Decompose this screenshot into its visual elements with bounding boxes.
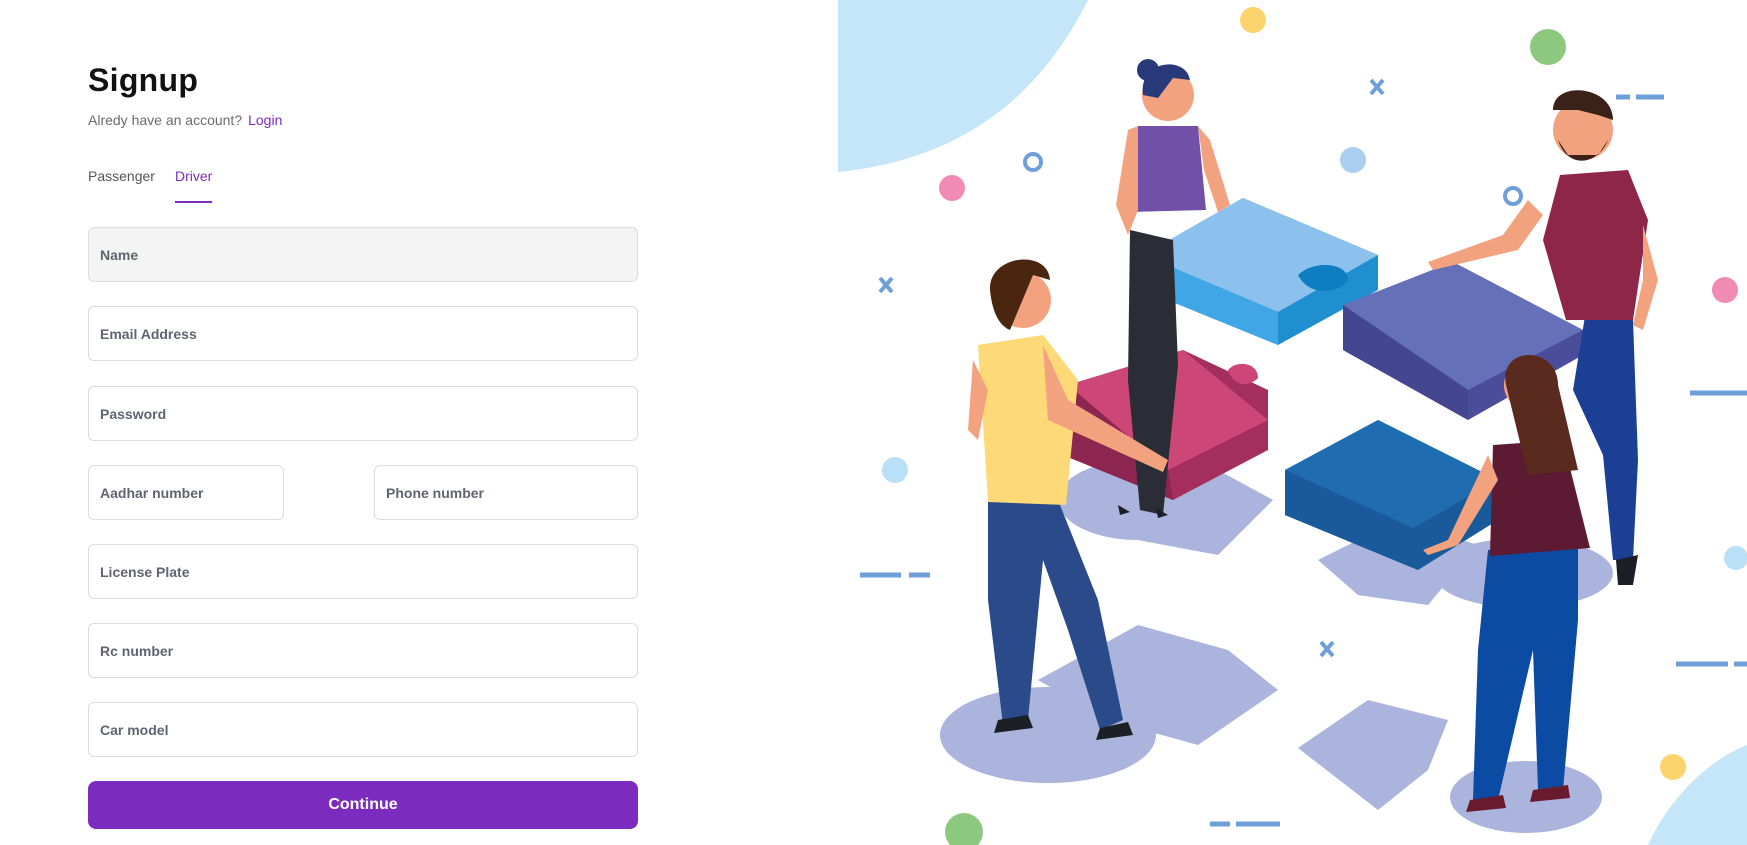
email-field[interactable]: Email Address xyxy=(88,306,638,361)
car-model-placeholder: Car model xyxy=(100,721,169,738)
rc-number-placeholder: Rc number xyxy=(100,642,174,659)
license-plate-field[interactable]: License Plate xyxy=(88,544,638,599)
deco-ring xyxy=(1503,186,1523,206)
car-model-field[interactable]: Car model xyxy=(88,702,638,757)
puzzle-illustration xyxy=(838,0,1747,845)
password-field[interactable]: Password xyxy=(88,386,638,441)
corner-blob-top-left xyxy=(838,0,1088,172)
login-link[interactable]: Login xyxy=(248,112,282,128)
deco-dot xyxy=(1712,277,1738,303)
phone-placeholder: Phone number xyxy=(386,484,485,501)
deco-ring xyxy=(1023,152,1043,172)
aadhar-placeholder: Aadhar number xyxy=(100,484,204,501)
puzzle-piece-light-blue xyxy=(1143,198,1378,345)
license-plate-placeholder: License Plate xyxy=(100,563,190,580)
deco-dot xyxy=(1240,7,1266,33)
puzzle-team-illustration xyxy=(838,0,1747,845)
have-account-text: Alredy have an account? xyxy=(88,112,243,128)
deco-dot xyxy=(1660,754,1686,780)
email-placeholder: Email Address xyxy=(100,325,197,342)
login-prompt: Alredy have an account? Login xyxy=(88,112,282,128)
deco-dot xyxy=(1530,29,1566,65)
deco-dot xyxy=(1724,546,1747,570)
page-title: Signup xyxy=(88,62,199,98)
tab-driver[interactable]: Driver xyxy=(175,168,213,203)
password-placeholder: Password xyxy=(100,405,167,422)
signup-panel: Signup Alredy have an account? Login Pass… xyxy=(0,0,838,845)
tab-passenger[interactable]: Passenger xyxy=(88,168,155,184)
phone-field[interactable]: Phone number xyxy=(374,465,638,520)
deco-dot xyxy=(939,175,965,201)
continue-button[interactable]: Continue xyxy=(88,781,638,829)
deco-dot xyxy=(882,457,908,483)
deco-dot xyxy=(945,813,983,845)
aadhar-field[interactable]: Aadhar number xyxy=(88,465,284,520)
name-field[interactable]: Name xyxy=(88,227,638,282)
name-placeholder: Name xyxy=(100,246,139,263)
rc-number-field[interactable]: Rc number xyxy=(88,623,638,678)
deco-dot xyxy=(1340,147,1366,173)
